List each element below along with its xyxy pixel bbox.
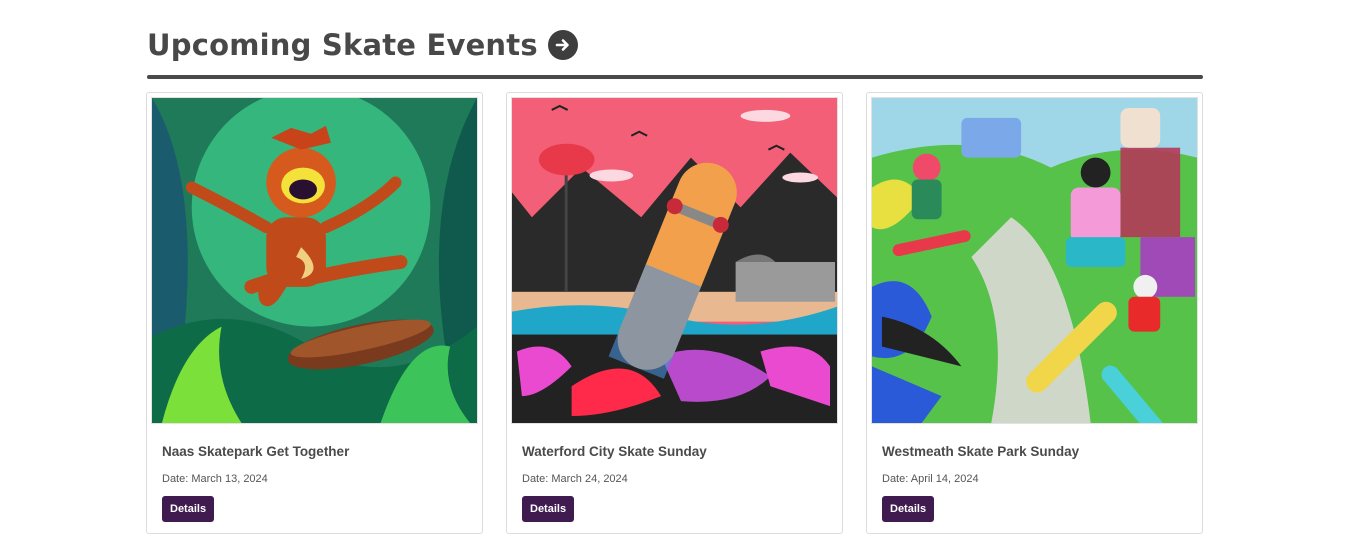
event-date: Date: April 14, 2024 — [882, 473, 979, 485]
event-date: Date: March 24, 2024 — [522, 473, 628, 485]
event-image-westmeath[interactable] — [871, 97, 1198, 424]
event-title[interactable]: Westmeath Skate Park Sunday — [882, 444, 1079, 459]
details-button[interactable]: Details — [162, 496, 215, 522]
arrow-right-circle-icon[interactable] — [547, 30, 578, 60]
details-button[interactable]: Details — [882, 496, 935, 522]
event-date: Date: March 13, 2024 — [162, 473, 268, 485]
event-card: Westmeath Skate Park Sunday Date: April … — [866, 92, 1203, 534]
title-row: Upcoming Skate Events — [147, 26, 1203, 64]
header-divider — [147, 75, 1203, 79]
details-button[interactable]: Details — [522, 496, 575, 522]
event-title[interactable]: Waterford City Skate Sunday — [522, 444, 707, 459]
event-title[interactable]: Naas Skatepark Get Together — [162, 444, 349, 459]
event-card: Waterford City Skate Sunday Date: March … — [506, 92, 843, 534]
event-image-naas[interactable] — [151, 97, 478, 424]
event-card: Naas Skatepark Get Together Date: March … — [146, 92, 483, 534]
section-header: Upcoming Skate Events — [147, 26, 1203, 64]
event-image-waterford[interactable] — [511, 97, 838, 424]
section-title: Upcoming Skate Events — [147, 28, 538, 62]
event-cards: Naas Skatepark Get Together Date: March … — [146, 92, 1203, 534]
